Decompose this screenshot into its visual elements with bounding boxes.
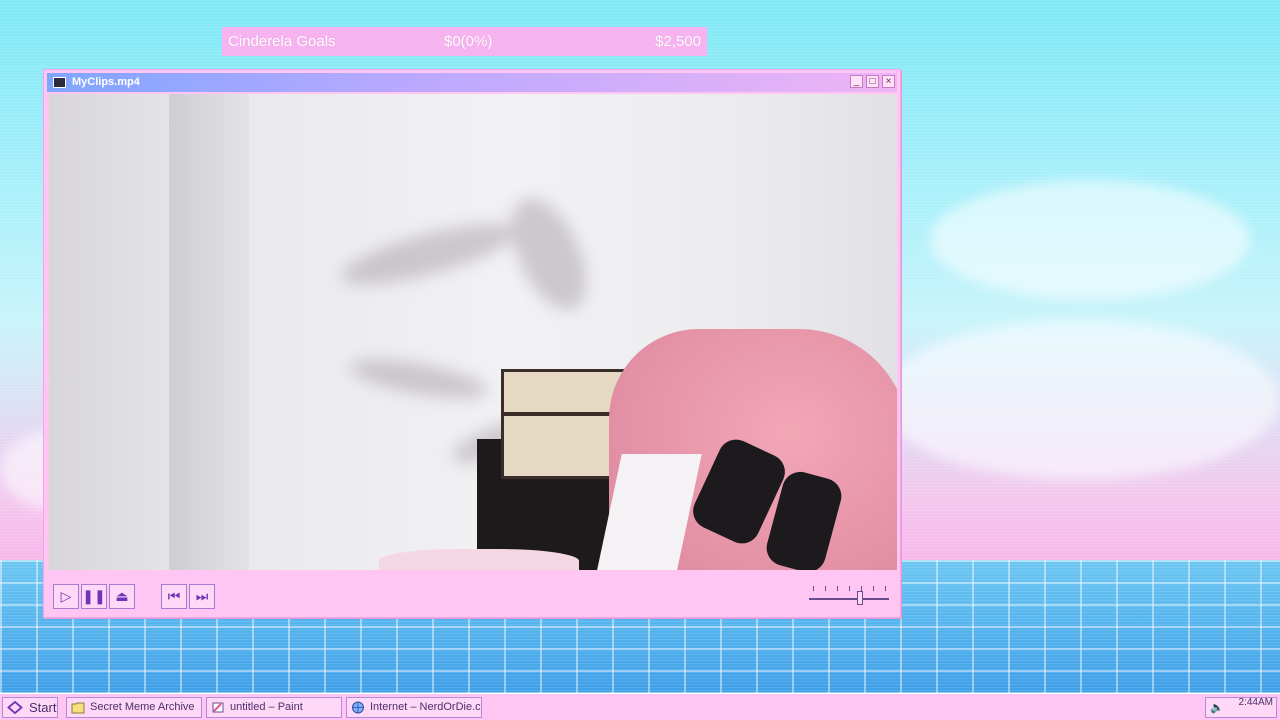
volume-tick <box>813 586 814 591</box>
volume-track <box>809 598 889 600</box>
taskbar-item-secret-meme-archive[interactable]: Secret Meme Archive <box>66 697 202 718</box>
wall-corner <box>169 94 249 570</box>
taskbar: Start Secret Meme Archive untitled – Pai… <box>0 693 1280 720</box>
skip-back-button[interactable]: ⏮ <box>161 584 187 609</box>
volume-tick <box>885 586 886 591</box>
folder-icon <box>71 702 85 714</box>
plant-shadow <box>336 211 522 297</box>
skip-forward-button[interactable]: ⏭ <box>189 584 215 609</box>
minimize-button[interactable]: _ <box>850 75 863 88</box>
volume-slider[interactable] <box>809 583 889 609</box>
tray-clock: 2:44AM <box>1238 697 1273 708</box>
goal-bar: Cinderela Goals $0(0%) $2,500 <box>222 27 707 56</box>
start-logo-icon <box>7 701 23 714</box>
volume-thumb[interactable] <box>857 591 863 605</box>
play-button[interactable]: ▷ <box>53 584 79 609</box>
taskbar-item-label: Internet – NerdOrDie.com <box>370 701 481 713</box>
plant-shadow <box>347 352 491 406</box>
player-controls: ▷ ❚❚ ⏏ ⏮ ⏭ <box>49 575 895 615</box>
speaker-icon[interactable]: 🔈 <box>1210 701 1224 714</box>
goal-target: $2,500 <box>655 33 701 50</box>
taskbar-item-internet[interactable]: Internet – NerdOrDie.com <box>346 697 482 718</box>
system-tray: 🔈 2:44AM <box>1205 697 1277 718</box>
pause-button[interactable]: ❚❚ <box>81 584 107 609</box>
window-titlebar[interactable]: MyClips.mp4 _ □ × <box>47 73 897 92</box>
volume-tick <box>837 586 838 591</box>
plant-shadow <box>496 186 602 322</box>
minimize-icon: _ <box>853 76 860 87</box>
skip-forward-icon: ⏭ <box>195 588 209 604</box>
taskbar-item-paint[interactable]: untitled – Paint <box>206 697 342 718</box>
pink-object <box>379 549 579 570</box>
goal-progress: $0(0%) <box>444 33 493 50</box>
monitor-icon <box>53 77 66 88</box>
start-button[interactable]: Start <box>2 697 58 718</box>
volume-tick <box>825 586 826 591</box>
pause-icon: ❚❚ <box>82 588 106 604</box>
cloud-decoration <box>930 180 1250 300</box>
taskbar-item-label: untitled – Paint <box>230 701 303 713</box>
eject-icon: ⏏ <box>115 588 129 604</box>
maximize-icon: □ <box>869 76 876 87</box>
taskbar-item-label: Secret Meme Archive <box>90 701 195 713</box>
volume-tick <box>849 586 850 591</box>
globe-icon <box>352 701 364 714</box>
window-title: MyClips.mp4 <box>72 76 140 88</box>
start-label: Start <box>29 700 57 715</box>
play-icon: ▷ <box>60 588 72 604</box>
volume-tick <box>873 586 874 591</box>
goal-title: Cinderela Goals <box>228 33 336 50</box>
media-player-window: MyClips.mp4 _ □ × ▷ ❚❚ ⏏ ⏮ ⏭ <box>43 69 901 618</box>
cloud-decoration <box>880 320 1280 480</box>
paint-icon <box>212 702 224 713</box>
skip-back-icon: ⏮ <box>167 588 181 604</box>
close-button[interactable]: × <box>882 75 895 88</box>
maximize-button[interactable]: □ <box>866 75 879 88</box>
close-icon: × <box>885 76 892 87</box>
video-frame[interactable] <box>49 94 897 570</box>
eject-button[interactable]: ⏏ <box>109 584 135 609</box>
